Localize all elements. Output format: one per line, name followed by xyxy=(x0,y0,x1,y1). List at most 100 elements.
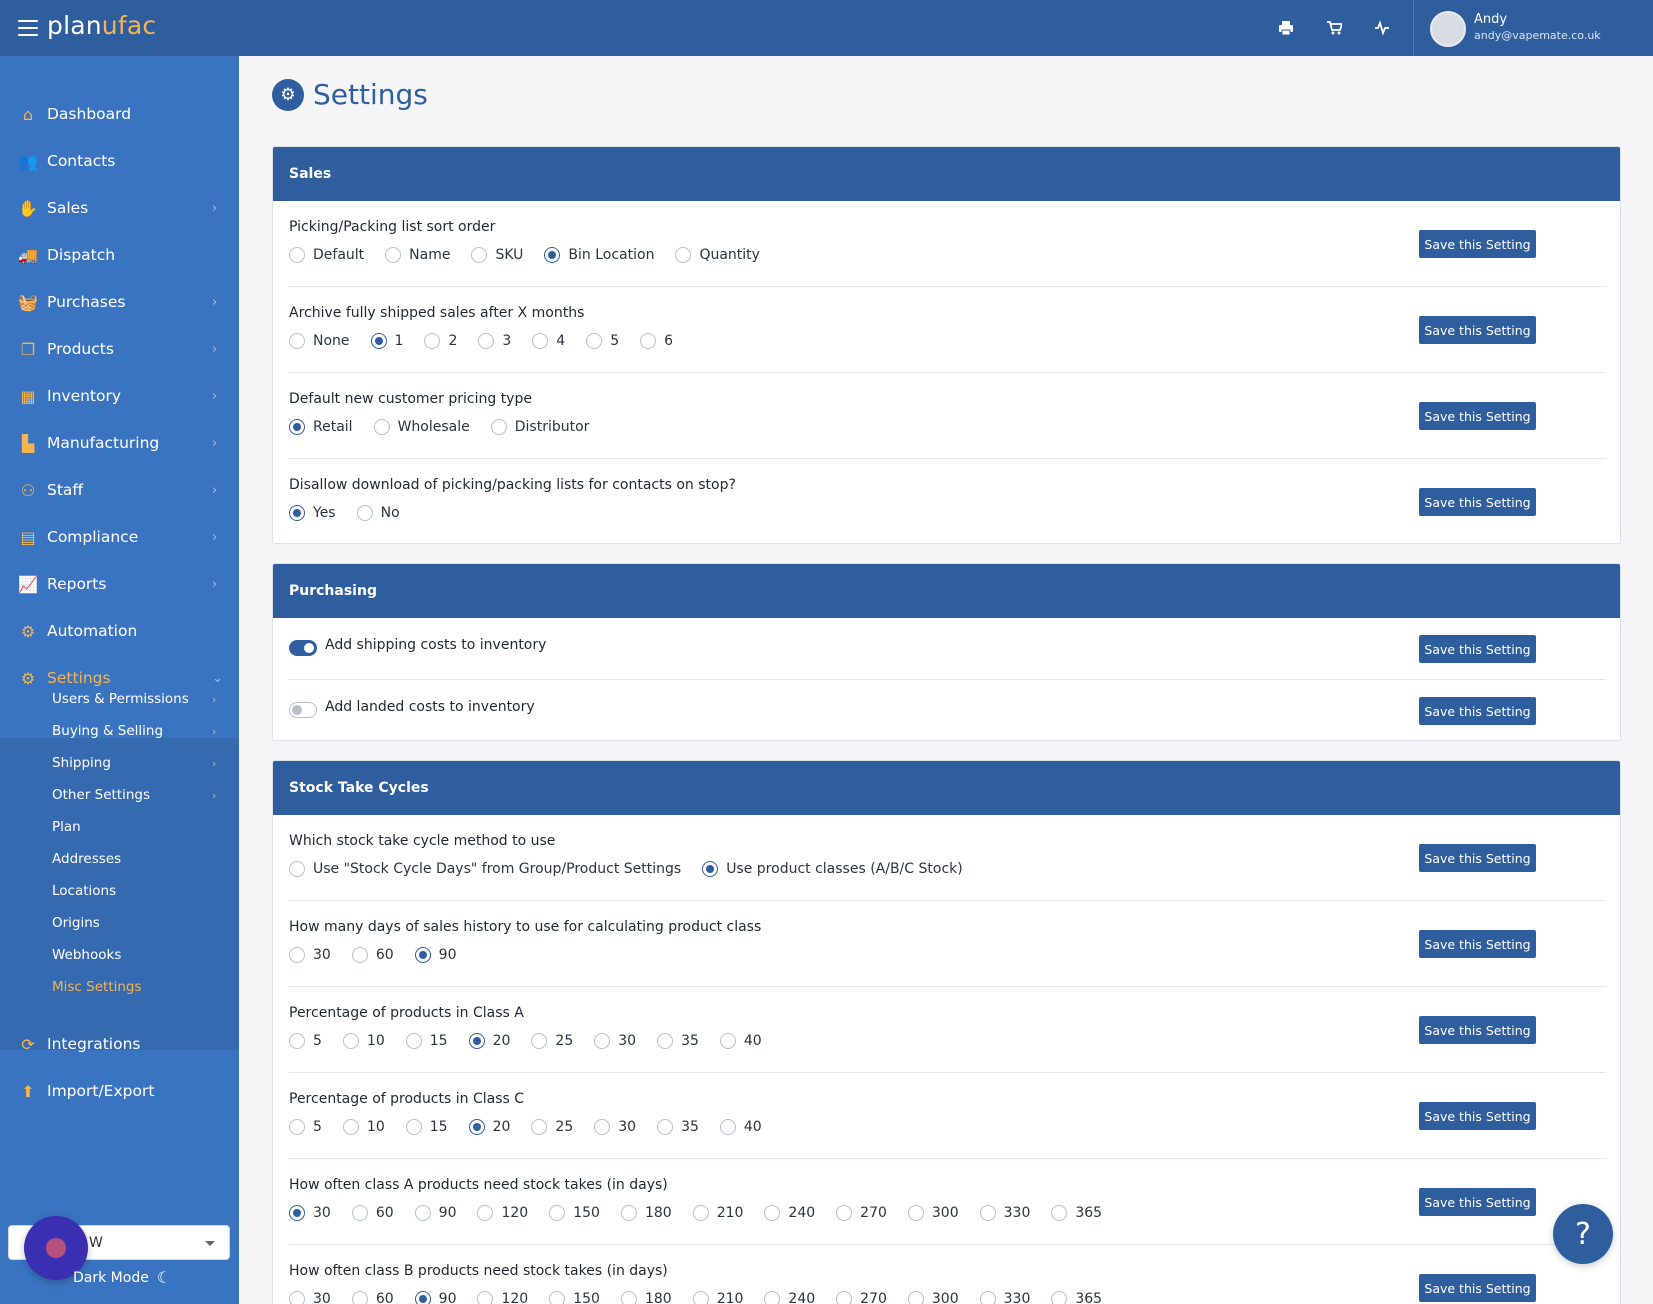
radio-option[interactable]: Yes xyxy=(289,505,336,521)
radio-option[interactable]: Distributor xyxy=(490,419,589,435)
user-name[interactable]: Andy xyxy=(1474,12,1507,27)
radio-option[interactable]: Quantity xyxy=(675,247,760,263)
radio-button[interactable] xyxy=(289,1033,305,1049)
radio-option[interactable]: Use product classes (A/B/C Stock) xyxy=(702,861,963,877)
radio-option[interactable]: 15 xyxy=(405,1119,448,1135)
radio-selected[interactable] xyxy=(544,247,561,263)
logo[interactable]: planufac xyxy=(47,11,156,40)
radio-button[interactable] xyxy=(764,1291,781,1304)
radio-button[interactable] xyxy=(289,861,305,877)
radio-option[interactable]: 365 xyxy=(1051,1291,1102,1304)
radio-button[interactable] xyxy=(719,1033,736,1049)
submenu-item-plan[interactable]: Plan xyxy=(52,813,239,841)
sidebar-item-integrations[interactable]: ⟳ Integrations xyxy=(0,1026,239,1062)
radio-button[interactable] xyxy=(620,1291,637,1304)
save-setting-button[interactable]: Save this Setting xyxy=(1419,230,1536,258)
radio-button[interactable] xyxy=(477,1205,494,1221)
radio-button[interactable] xyxy=(477,1291,494,1304)
radio-button[interactable] xyxy=(532,333,549,349)
sidebar-item-reports[interactable]: 📈 Reports › xyxy=(0,566,239,602)
sidebar-item-contacts[interactable]: 👥 Contacts xyxy=(0,143,239,179)
save-setting-button[interactable]: Save this Setting xyxy=(1419,844,1536,872)
submenu-item-origins[interactable]: Origins xyxy=(52,909,239,937)
radio-button[interactable] xyxy=(490,419,507,435)
radio-button[interactable] xyxy=(907,1291,924,1304)
radio-button[interactable] xyxy=(342,1033,359,1049)
sidebar-item-automation[interactable]: ⚙ Automation xyxy=(0,613,239,649)
radio-button[interactable] xyxy=(289,247,305,263)
sidebar-item-inventory[interactable]: ▦ Inventory › xyxy=(0,378,239,414)
radio-button[interactable] xyxy=(531,1119,548,1135)
printer-icon[interactable] xyxy=(1274,16,1298,40)
radio-option[interactable]: 5 xyxy=(289,1033,322,1049)
radio-button[interactable] xyxy=(979,1291,996,1304)
save-setting-button[interactable]: Save this Setting xyxy=(1419,697,1536,725)
radio-option[interactable]: 35 xyxy=(657,1119,699,1135)
submenu-item-misc-settings[interactable]: Misc Settings xyxy=(52,973,239,1001)
radio-option[interactable]: 30 xyxy=(289,1205,331,1221)
sidebar-item-staff[interactable]: ⚇ Staff › xyxy=(0,472,239,508)
radio-button[interactable] xyxy=(289,1119,305,1135)
save-setting-button[interactable]: Save this Setting xyxy=(1419,402,1536,430)
radio-button[interactable] xyxy=(836,1291,853,1304)
radio-option[interactable]: 15 xyxy=(405,1033,448,1049)
radio-option[interactable]: 60 xyxy=(351,1205,394,1221)
radio-button[interactable] xyxy=(594,1119,611,1135)
radio-button[interactable] xyxy=(342,1119,359,1135)
radio-option[interactable]: 300 xyxy=(907,1205,959,1221)
radio-option[interactable]: 210 xyxy=(692,1291,743,1304)
radio-button[interactable] xyxy=(351,947,368,963)
radio-option[interactable]: 240 xyxy=(764,1291,815,1304)
radio-option[interactable]: 90 xyxy=(414,1291,456,1304)
radio-button[interactable] xyxy=(1051,1291,1068,1304)
activity-icon[interactable] xyxy=(1370,16,1394,40)
toggle-switch[interactable] xyxy=(289,640,317,656)
radio-option[interactable]: 25 xyxy=(531,1119,573,1135)
radio-option[interactable]: Bin Location xyxy=(544,247,654,263)
submenu-item-buying-selling[interactable]: Buying & Selling › xyxy=(52,717,239,745)
radio-button[interactable] xyxy=(289,947,305,963)
radio-button[interactable] xyxy=(531,1033,548,1049)
submenu-item-shipping[interactable]: Shipping › xyxy=(52,749,239,777)
radio-option[interactable]: 30 xyxy=(289,947,331,963)
radio-option[interactable]: 20 xyxy=(468,1119,510,1135)
radio-option[interactable]: SKU xyxy=(471,247,523,263)
radio-option[interactable]: 2 xyxy=(424,333,457,349)
radio-option[interactable]: 90 xyxy=(414,947,456,963)
radio-button[interactable] xyxy=(373,419,390,435)
radio-option[interactable]: Retail xyxy=(289,419,353,435)
save-setting-button[interactable]: Save this Setting xyxy=(1419,1274,1536,1302)
hamburger-menu-icon[interactable] xyxy=(18,20,38,36)
radio-option[interactable]: 120 xyxy=(477,1291,528,1304)
submenu-item-users-permissions[interactable]: Users & Permissions › xyxy=(52,685,239,713)
submenu-item-other-settings[interactable]: Other Settings › xyxy=(52,781,239,809)
sidebar-item-import-export[interactable]: ⬆ Import/Export xyxy=(0,1073,239,1109)
radio-option[interactable]: 6 xyxy=(640,333,673,349)
radio-option[interactable]: 330 xyxy=(979,1291,1030,1304)
radio-button[interactable] xyxy=(549,1291,566,1304)
radio-button[interactable] xyxy=(657,1119,674,1135)
sidebar-item-purchases[interactable]: 🧺 Purchases › xyxy=(0,284,239,320)
toggle-switch[interactable] xyxy=(289,702,317,718)
radio-option[interactable]: 270 xyxy=(836,1205,887,1221)
radio-button[interactable] xyxy=(594,1033,611,1049)
radio-option[interactable]: None xyxy=(289,333,350,349)
radio-button[interactable] xyxy=(586,333,603,349)
radio-option[interactable]: No xyxy=(356,505,400,521)
radio-option[interactable]: 180 xyxy=(620,1291,672,1304)
dark-mode-toggle[interactable]: Dark Mode ☾ xyxy=(73,1268,171,1287)
radio-button[interactable] xyxy=(289,1291,305,1304)
radio-option[interactable]: Name xyxy=(385,247,450,263)
radio-option[interactable]: 365 xyxy=(1051,1205,1102,1221)
radio-option[interactable]: 60 xyxy=(351,1291,394,1304)
radio-selected[interactable] xyxy=(468,1033,485,1049)
sidebar-item-sales[interactable]: ✋ Sales › xyxy=(0,190,239,226)
radio-option[interactable]: 5 xyxy=(289,1119,322,1135)
cart-icon[interactable] xyxy=(1322,16,1346,40)
radio-option[interactable]: 5 xyxy=(586,333,619,349)
radio-option[interactable]: 240 xyxy=(764,1205,815,1221)
radio-button[interactable] xyxy=(405,1119,422,1135)
radio-option[interactable]: 1 xyxy=(370,333,403,349)
radio-option[interactable]: 270 xyxy=(836,1291,887,1304)
radio-option[interactable]: 30 xyxy=(594,1033,636,1049)
